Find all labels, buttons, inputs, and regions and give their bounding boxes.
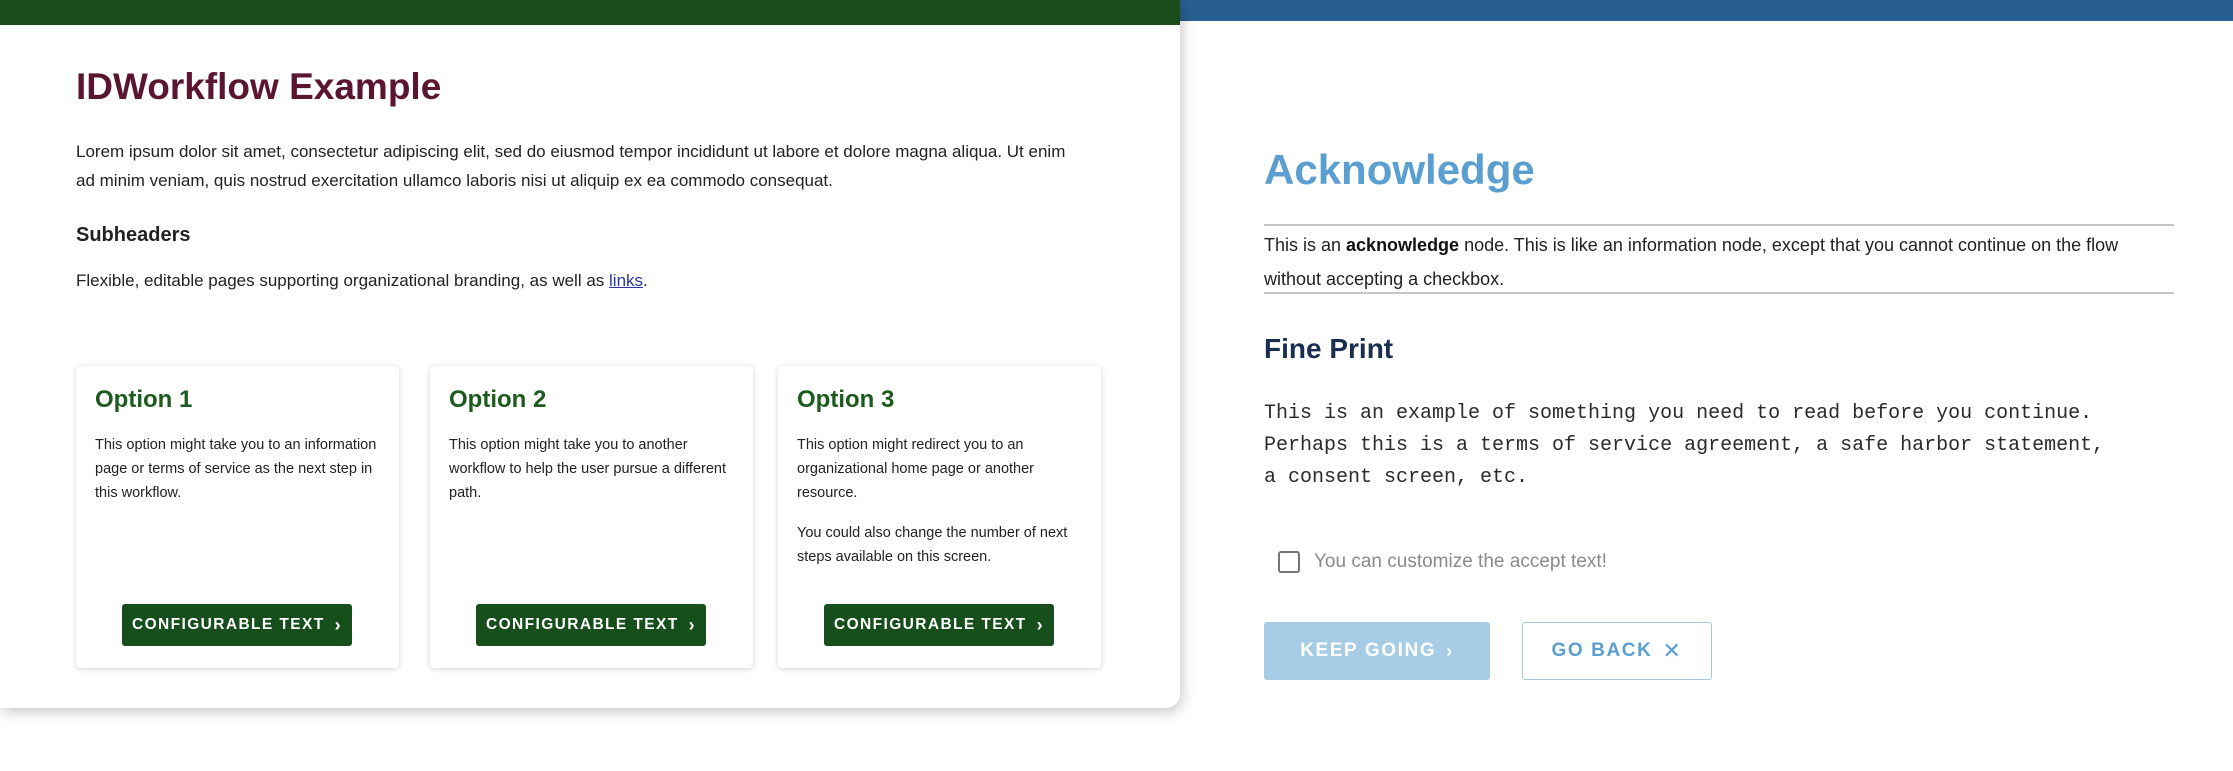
close-icon: ✕ [1662,638,1683,663]
subheader-text-tail: . [643,271,648,290]
option-description: This option might redirect you to an org… [797,433,1087,569]
option-paragraph: This option might take you to an informa… [95,437,377,501]
workflow-panel: IDWorkflow Example Lorem ipsum dolor sit… [0,0,1180,708]
option-button-label: CONFIGURABLE TEXT [132,616,325,633]
option-1-button[interactable]: CONFIGURABLE TEXT › [122,604,352,646]
acknowledge-title: Acknowledge [1264,146,1535,193]
accept-checkbox[interactable] [1278,551,1300,573]
option-card-1: Option 1 This option might take you to a… [76,366,399,668]
option-paragraph: This option might take you to another wo… [449,437,727,501]
option-paragraph: This option might redirect you to an org… [797,437,1034,501]
go-back-label: GO BACK [1551,640,1653,661]
fine-print-line: a consent screen, etc. [1264,466,1529,489]
keep-going-button[interactable]: KEEP GOING › [1264,622,1490,680]
accept-checkbox-row[interactable]: You can customize the accept text! [1278,551,1607,573]
option-title: Option 3 [797,386,895,413]
option-card-2: Option 2 This option might take you to a… [430,366,753,668]
subheader-text: Flexible, editable pages supporting orga… [76,271,648,291]
fine-print-line: This is an example of something you need… [1264,402,2093,425]
intro-bold-term: acknowledge [1346,235,1460,255]
brand-header-bar [1180,0,2233,21]
keep-going-label: KEEP GOING [1300,640,1437,661]
option-2-button[interactable]: CONFIGURABLE TEXT › [476,604,706,646]
acknowledge-intro: This is an acknowledge node. This is lik… [1264,228,2174,296]
divider-bottom [1264,292,2174,294]
go-back-button[interactable]: GO BACK ✕ [1522,622,1712,680]
acknowledge-panel: Acknowledge This is an acknowledge node.… [1180,0,2233,708]
intro-text-lead: This is an [1264,235,1347,255]
option-button-label: CONFIGURABLE TEXT [486,616,679,633]
option-paragraph: You could also change the number of next… [797,525,1068,565]
chevron-right-icon: › [334,615,342,635]
accept-label: You can customize the accept text! [1314,551,1607,572]
option-button-label: CONFIGURABLE TEXT [834,616,1027,633]
option-3-button[interactable]: CONFIGURABLE TEXT › [824,604,1054,646]
chevron-right-icon: › [688,615,696,635]
option-description: This option might take you to an informa… [95,433,385,505]
subheader-text-lead: Flexible, editable pages supporting orga… [76,271,610,290]
brand-header-bar [0,0,1180,25]
subheader: Subheaders [76,224,191,246]
fine-print-title: Fine Print [1264,333,1394,364]
chevron-right-icon: › [1446,641,1454,661]
fine-print-text: This is an example of something you need… [1264,398,2194,494]
inline-link[interactable]: links [609,271,643,290]
divider-top [1264,224,2174,226]
option-description: This option might take you to another wo… [449,433,739,505]
option-card-3: Option 3 This option might redirect you … [778,366,1101,668]
chevron-right-icon: › [1036,615,1044,635]
page-title: IDWorkflow Example [76,66,442,107]
fine-print-line: Perhaps this is a terms of service agree… [1264,434,2105,457]
option-title: Option 2 [449,386,547,413]
option-title: Option 1 [95,386,193,413]
intro-paragraph: Lorem ipsum dolor sit amet, consectetur … [76,142,1066,190]
